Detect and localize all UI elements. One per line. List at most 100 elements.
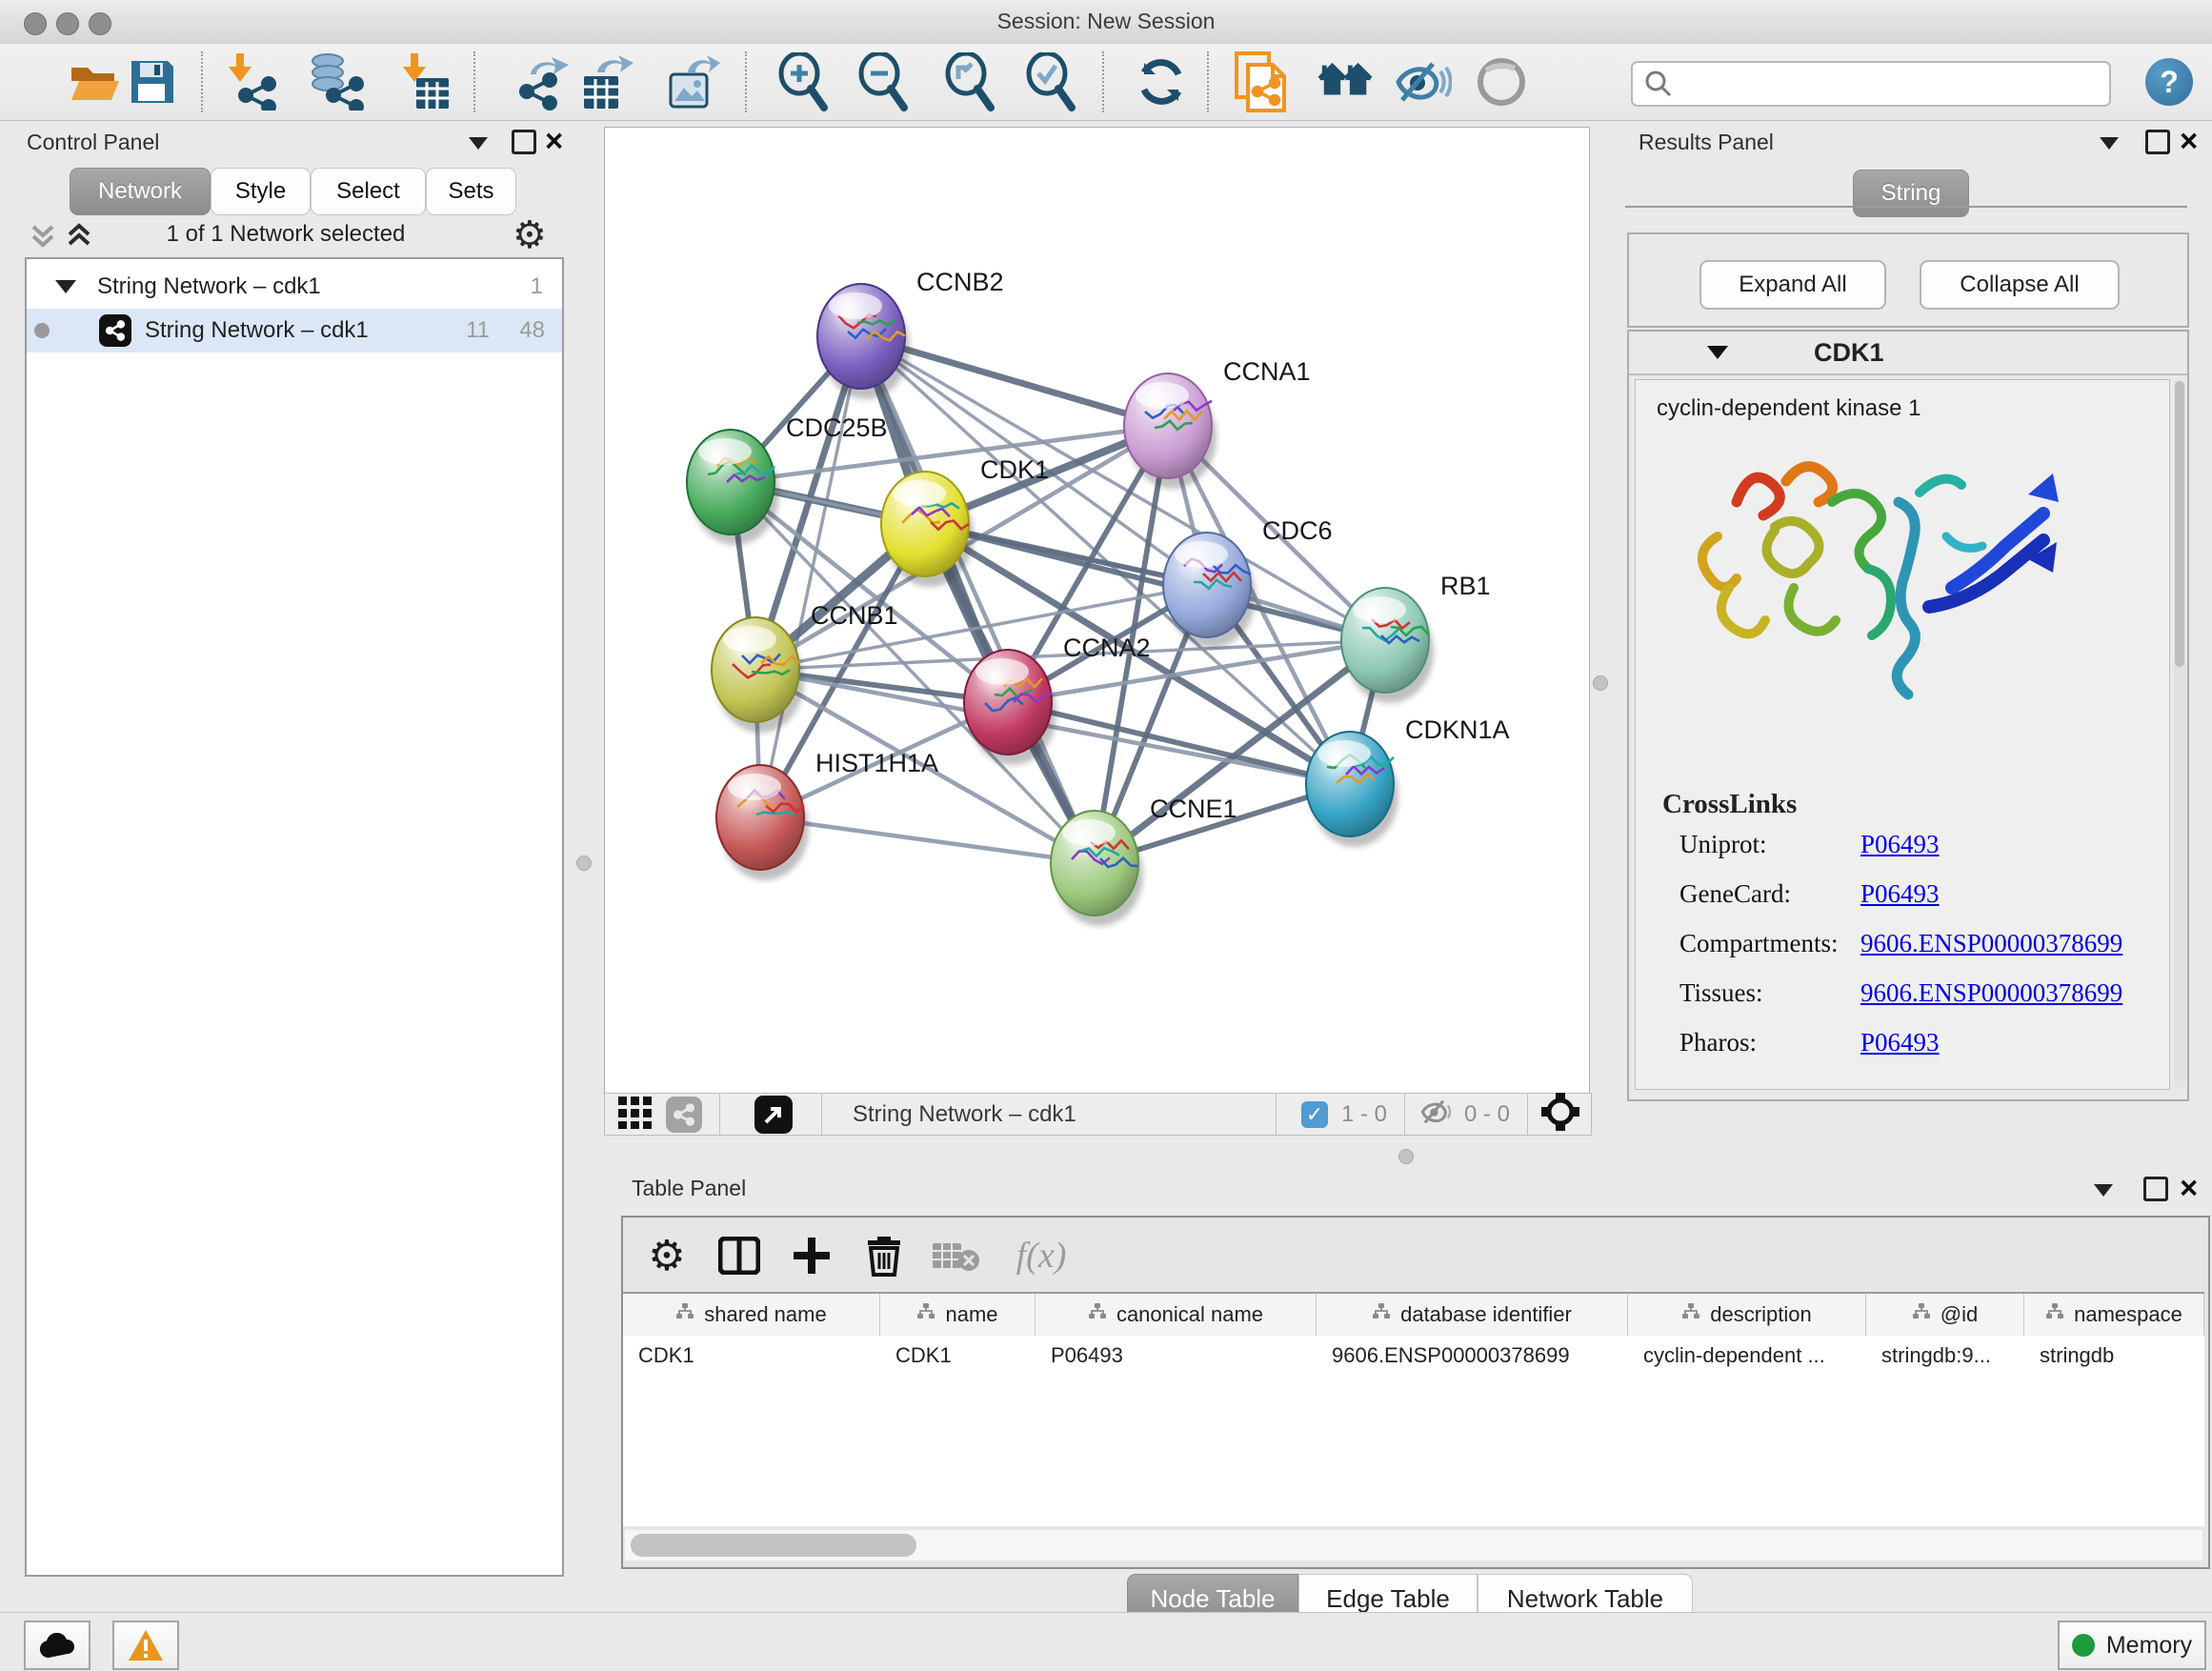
import-network-from-database-icon[interactable] bbox=[307, 53, 364, 111]
collapse-all-button[interactable]: Collapse All bbox=[1920, 260, 2120, 310]
table-cell[interactable]: stringdb bbox=[2024, 1343, 2204, 1368]
control-panel-float-icon[interactable] bbox=[512, 130, 536, 154]
network-collection-row[interactable]: String Network – cdk1 1 bbox=[27, 265, 562, 309]
refresh-icon[interactable] bbox=[1133, 53, 1190, 111]
search-input[interactable] bbox=[1680, 66, 2109, 102]
delete-table-icon[interactable] bbox=[932, 1231, 981, 1280]
crosslink-value-link[interactable]: P06493 bbox=[1860, 1028, 1940, 1057]
open-session-icon[interactable] bbox=[67, 53, 124, 111]
expand-all-button[interactable]: Expand All bbox=[1699, 260, 1886, 310]
shared-attribute-icon bbox=[2045, 1302, 2064, 1327]
splitter-handle[interactable] bbox=[1398, 1149, 1414, 1164]
table-horizontal-scrollbar[interactable] bbox=[625, 1530, 2202, 1560]
zoom-in-icon[interactable] bbox=[774, 53, 832, 111]
table-cell[interactable]: 9606.ENSP00000378699 bbox=[1317, 1343, 1628, 1368]
network-edge[interactable] bbox=[760, 817, 1095, 863]
protein-card-header[interactable]: CDK1 bbox=[1629, 332, 2187, 375]
network-row[interactable]: String Network – cdk1 11 48 bbox=[27, 309, 562, 352]
crosslink-value-link[interactable]: 9606.ENSP00000378699 bbox=[1860, 929, 2122, 958]
splitter-handle[interactable] bbox=[1593, 675, 1608, 691]
table-panel-close-icon[interactable]: × bbox=[2180, 1178, 2198, 1198]
network-node-cdkn1a[interactable]: CDKN1A bbox=[1306, 715, 1510, 847]
table-panel-collapse-icon[interactable] bbox=[2094, 1184, 2113, 1197]
column-header-description[interactable]: description bbox=[1628, 1294, 1866, 1336]
node-position-icon[interactable] bbox=[1541, 1093, 1579, 1136]
collapse-all-chevron-icon[interactable] bbox=[29, 221, 57, 254]
control-panel-close-icon[interactable]: × bbox=[545, 131, 563, 151]
table-panel-float-icon[interactable] bbox=[2143, 1177, 2168, 1201]
crosslink-label: GeneCard: bbox=[1679, 879, 1791, 909]
import-network-icon[interactable] bbox=[223, 53, 280, 111]
crosslink-value-link[interactable]: 9606.ENSP00000378699 bbox=[1860, 978, 2122, 1008]
add-column-icon[interactable] bbox=[787, 1231, 836, 1280]
tree-expand-caret-icon[interactable] bbox=[55, 280, 76, 293]
export-network-icon[interactable] bbox=[515, 53, 573, 111]
memory-button[interactable]: Memory bbox=[2058, 1621, 2206, 1670]
tab-network[interactable]: Network bbox=[70, 168, 211, 215]
results-panel-collapse-icon[interactable] bbox=[2100, 137, 2119, 150]
zoom-out-icon[interactable] bbox=[855, 53, 912, 111]
table-cell[interactable]: CDK1 bbox=[623, 1343, 880, 1368]
delete-column-icon[interactable] bbox=[859, 1231, 909, 1280]
network-edge[interactable] bbox=[861, 336, 1095, 863]
column-header-namespace[interactable]: namespace bbox=[2024, 1294, 2204, 1336]
network-share-view-icon[interactable] bbox=[666, 1097, 702, 1133]
network-options-gear-icon[interactable]: ⚙ bbox=[513, 213, 547, 257]
column-header--id[interactable]: @id bbox=[1866, 1294, 2024, 1336]
crosslink-value-link[interactable]: P06493 bbox=[1860, 830, 1940, 859]
export-image-icon[interactable] bbox=[665, 53, 722, 111]
network-graph[interactable]: CCNB2CCNA1CDC25BCDK1CDC6RB1CCNB1CCNA2CDK… bbox=[605, 128, 1589, 1094]
show-columns-icon[interactable] bbox=[714, 1231, 764, 1280]
results-panel-close-icon[interactable]: × bbox=[2180, 131, 2198, 151]
import-table-icon[interactable] bbox=[397, 53, 454, 111]
card-collapse-caret-icon[interactable] bbox=[1707, 346, 1728, 359]
show-all-eye-icon[interactable] bbox=[1473, 53, 1530, 111]
table-cell[interactable]: cyclin-dependent ... bbox=[1628, 1343, 1866, 1368]
selected-checkbox[interactable]: ✓ bbox=[1301, 1101, 1328, 1128]
network-node-hist1h1a[interactable]: HIST1H1A bbox=[716, 749, 938, 880]
table-row[interactable]: CDK1CDK1P064939606.ENSP00000378699cyclin… bbox=[623, 1336, 2204, 1376]
crosslink-row: GeneCard: P06493 bbox=[1636, 879, 2169, 929]
network-node-ccne1[interactable]: CCNE1 bbox=[1051, 795, 1237, 926]
tab-style[interactable]: Style bbox=[211, 168, 311, 215]
network-node-rb1[interactable]: RB1 bbox=[1341, 572, 1491, 703]
network-canvas[interactable]: CCNB2CCNA1CDC25BCDK1CDC6RB1CCNB1CCNA2CDK… bbox=[604, 127, 1590, 1095]
splitter-handle[interactable] bbox=[576, 856, 592, 871]
hidden-eye-icon[interactable] bbox=[1420, 1097, 1455, 1131]
crosslink-value-link[interactable]: P06493 bbox=[1860, 879, 1940, 909]
table-cell[interactable]: stringdb:9... bbox=[1866, 1343, 2024, 1368]
save-session-icon[interactable] bbox=[124, 53, 181, 111]
hide-unselected-eye-icon[interactable] bbox=[1395, 53, 1452, 111]
node-label: CCNB1 bbox=[811, 601, 898, 630]
network-edge[interactable] bbox=[760, 336, 861, 817]
tab-sets[interactable]: Sets bbox=[426, 168, 516, 215]
table-cell[interactable]: P06493 bbox=[1036, 1343, 1317, 1368]
export-table-icon[interactable] bbox=[578, 53, 635, 111]
table-cell[interactable]: CDK1 bbox=[880, 1343, 1036, 1368]
tab-select[interactable]: Select bbox=[311, 168, 426, 215]
table-body[interactable]: CDK1CDK1P064939606.ENSP00000378699cyclin… bbox=[623, 1336, 2204, 1526]
clone-network-icon[interactable] bbox=[1233, 53, 1290, 111]
results-scrollbar[interactable] bbox=[2174, 379, 2185, 1088]
zoom-fit-icon[interactable] bbox=[941, 53, 998, 111]
search-field[interactable] bbox=[1631, 61, 2111, 107]
network-node-cdc6[interactable]: CDC6 bbox=[1163, 516, 1333, 648]
string-home-icon[interactable] bbox=[1317, 53, 1375, 111]
column-header-canonical-name[interactable]: canonical name bbox=[1036, 1294, 1317, 1336]
results-panel-float-icon[interactable] bbox=[2145, 130, 2170, 154]
table-header-row[interactable]: shared namenamecanonical namedatabase id… bbox=[623, 1292, 2204, 1338]
grid-view-icon[interactable] bbox=[618, 1095, 653, 1134]
function-builder-icon[interactable]: f(x) bbox=[1000, 1231, 1082, 1280]
help-icon[interactable]: ? bbox=[2145, 58, 2193, 106]
table-settings-gear-icon[interactable]: ⚙ bbox=[642, 1231, 692, 1280]
network-node-ccna1[interactable]: CCNA1 bbox=[1124, 357, 1311, 489]
warnings-button[interactable] bbox=[112, 1621, 179, 1670]
control-panel-collapse-icon[interactable] bbox=[469, 137, 488, 150]
column-header-name[interactable]: name bbox=[880, 1294, 1036, 1336]
cloud-button[interactable] bbox=[24, 1621, 90, 1670]
zoom-selected-icon[interactable] bbox=[1022, 53, 1079, 111]
expand-all-chevron-icon[interactable] bbox=[65, 221, 93, 254]
column-header-shared-name[interactable]: shared name bbox=[623, 1294, 880, 1336]
birds-eye-view-icon[interactable] bbox=[754, 1096, 793, 1134]
column-header-database-identifier[interactable]: database identifier bbox=[1317, 1294, 1628, 1336]
